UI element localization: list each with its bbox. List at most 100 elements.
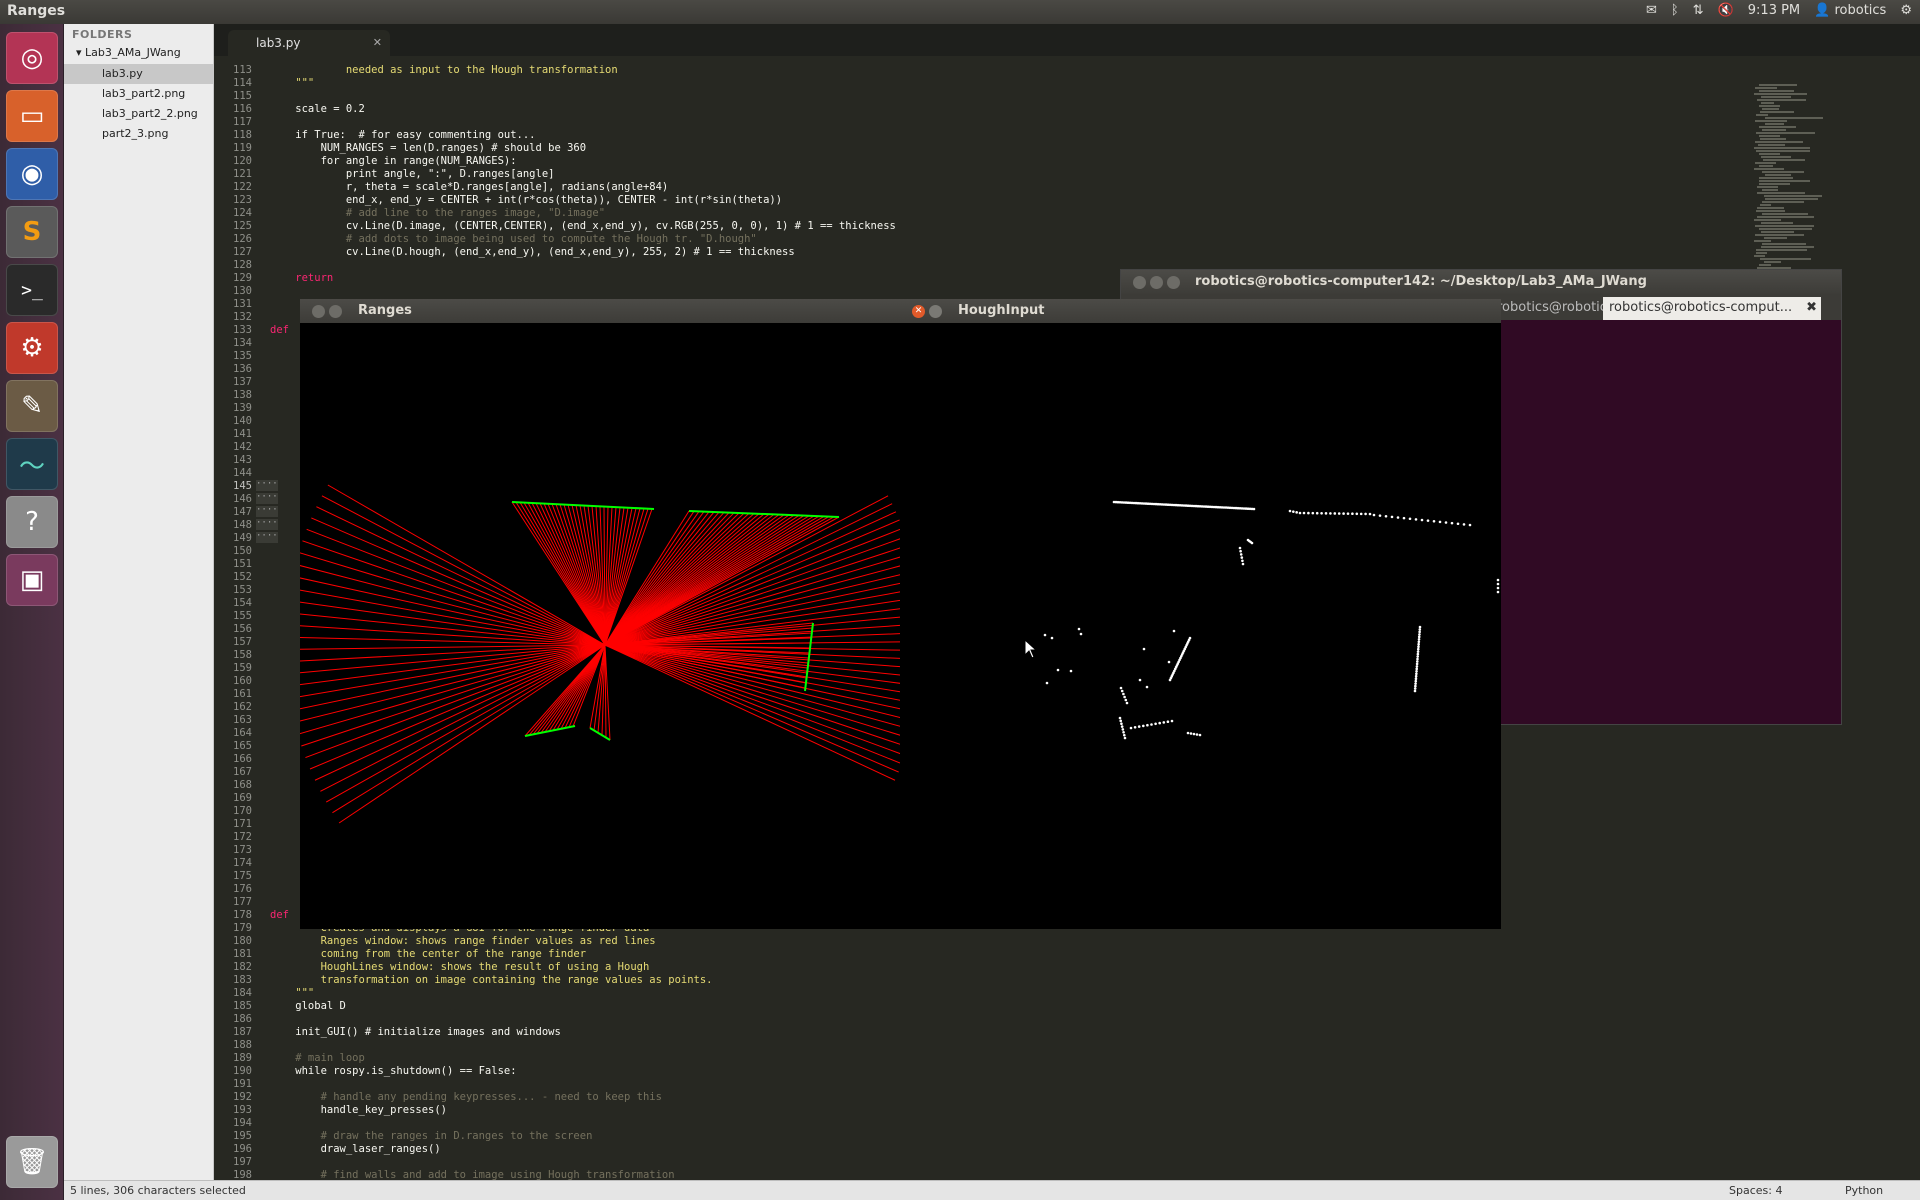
minimap[interactable]: [1750, 84, 1840, 293]
code-line[interactable]: if True: # for easy commenting out...: [270, 129, 535, 142]
network-icon[interactable]: ⇅: [1693, 3, 1704, 18]
hough-point: [1416, 657, 1419, 661]
hough-point: [1417, 640, 1421, 644]
line-number: 169: [233, 792, 252, 804]
line-number: 122: [233, 181, 252, 193]
code-line[interactable]: Ranges window: shows range finder values…: [270, 935, 656, 948]
code-line[interactable]: return: [270, 272, 333, 285]
range-ray: [604, 528, 900, 646]
code-line[interactable]: def: [270, 324, 289, 337]
ranges-close-icon[interactable]: [312, 305, 325, 318]
minimap-line: [1755, 162, 1776, 164]
code-line[interactable]: draw_laser_ranges(): [270, 1143, 441, 1156]
ranges-window[interactable]: Ranges: [300, 299, 900, 929]
line-number: 131: [233, 298, 252, 310]
line-number: 184: [233, 987, 252, 999]
hough-point: [1416, 655, 1419, 658]
hough-point: [1414, 684, 1417, 688]
indentation-setting[interactable]: Spaces: 4: [1729, 1184, 1782, 1197]
workspace-switcher-icon[interactable]: ▣: [6, 554, 58, 606]
session-gear-icon[interactable]: ⚙: [1900, 3, 1912, 18]
gimp-icon[interactable]: ✎: [6, 380, 58, 432]
sidebar-folder[interactable]: ▾ Lab3_AMa_JWang: [76, 46, 181, 59]
code-line[interactable]: for angle in range(NUM_RANGES):: [270, 155, 517, 168]
code-line[interactable]: NUM_RANGES = len(D.ranges) # should be 3…: [270, 142, 587, 155]
hough-point: [1239, 553, 1243, 556]
code-line[interactable]: cv.Line(D.image, (CENTER,CENTER), (end_x…: [270, 220, 896, 233]
folder-name: Lab3_AMa_JWang: [85, 46, 181, 59]
line-number: 178: [233, 909, 252, 921]
system-monitor-icon[interactable]: 〜: [6, 438, 58, 490]
code-line[interactable]: handle_key_presses(): [270, 1104, 447, 1117]
terminal-close-icon[interactable]: [1133, 276, 1146, 289]
hough-point: [1417, 638, 1421, 641]
hough-close-icon[interactable]: ✕: [912, 305, 925, 318]
code-line[interactable]: def: [270, 909, 289, 922]
fold-marker[interactable]: ····: [256, 480, 278, 491]
sidebar-file-lab3-py[interactable]: lab3.py: [64, 64, 214, 84]
code-line[interactable]: end_x, end_y = CENTER + int(r*cos(theta)…: [270, 194, 782, 207]
terminal-tab-2[interactable]: robotics@robotics-comput... ✖: [1603, 297, 1821, 320]
code-line[interactable]: # add line to the ranges image, "D.image…: [270, 207, 605, 220]
bluetooth-icon[interactable]: ᛒ: [1671, 3, 1679, 18]
mail-icon[interactable]: ✉: [1646, 3, 1657, 18]
clock[interactable]: 9:13 PM: [1748, 3, 1800, 18]
hough-minimize-icon[interactable]: [929, 305, 942, 318]
tab-close-icon[interactable]: ✕: [373, 30, 382, 56]
user-menu[interactable]: 👤 robotics: [1814, 3, 1886, 18]
terminal-minimize-icon[interactable]: [1150, 276, 1163, 289]
hough-point: [1418, 628, 1422, 631]
code-line[interactable]: HoughLines window: shows the result of u…: [270, 961, 650, 974]
ranges-minimize-icon[interactable]: [329, 305, 342, 318]
volume-icon[interactable]: 🔇: [1718, 3, 1734, 18]
line-number: 192: [233, 1091, 252, 1103]
launcher: ◎ ▭ ◉ S >_ ⚙ ✎ 〜 ? ▣ 🗑: [0, 24, 64, 1200]
help-icon[interactable]: ?: [6, 496, 58, 548]
line-number: 175: [233, 870, 252, 882]
code-line[interactable]: while rospy.is_shutdown() == False:: [270, 1065, 516, 1078]
range-ray: [338, 644, 606, 824]
line-number: 155: [233, 610, 252, 622]
code-line[interactable]: transformation on image containing the r…: [270, 974, 713, 987]
code-line[interactable]: # add dots to image being used to comput…: [270, 233, 757, 246]
code-line[interactable]: # handle any pending keypresses... - nee…: [270, 1091, 662, 1104]
firefox-icon[interactable]: ◉: [6, 148, 58, 200]
hough-point: [1415, 667, 1419, 671]
hough-point: [1390, 515, 1394, 519]
minimap-line: [1761, 96, 1791, 98]
code-line[interactable]: coming from the center of the range find…: [270, 948, 587, 961]
code-line[interactable]: init_GUI() # initialize images and windo…: [270, 1026, 561, 1039]
sublime-text-icon[interactable]: S: [6, 206, 58, 258]
code-line[interactable]: needed as input to the Hough transformat…: [270, 64, 618, 77]
line-number: 197: [233, 1156, 252, 1168]
code-line[interactable]: # main loop: [270, 1052, 365, 1065]
system-settings-icon[interactable]: ⚙: [6, 322, 58, 374]
hough-window[interactable]: ✕ HoughInput: [900, 299, 1501, 929]
syntax-setting[interactable]: Python: [1845, 1184, 1883, 1197]
fold-marker[interactable]: ····: [256, 519, 278, 530]
fold-marker[interactable]: ····: [256, 506, 278, 517]
ubuntu-dash-icon[interactable]: ◎: [6, 32, 58, 84]
code-line[interactable]: r, theta = scale*D.ranges[angle], radian…: [270, 181, 668, 194]
fold-marker[interactable]: ····: [256, 493, 278, 504]
code-line[interactable]: cv.Line(D.hough, (end_x,end_y), (end_x,e…: [270, 246, 795, 259]
line-number: 160: [233, 675, 252, 687]
fold-marker[interactable]: ····: [256, 532, 278, 543]
sidebar-file-lab3-part2-png[interactable]: lab3_part2.png: [64, 84, 214, 104]
code-line[interactable]: """: [270, 77, 314, 90]
line-number: 149: [233, 532, 252, 544]
terminal-icon[interactable]: >_: [6, 264, 58, 316]
hough-point: [1496, 578, 1500, 582]
terminal-maximize-icon[interactable]: [1167, 276, 1180, 289]
trash-icon[interactable]: 🗑: [6, 1136, 58, 1188]
code-line[interactable]: global D: [270, 1000, 346, 1013]
code-line[interactable]: # draw the ranges in D.ranges to the scr…: [270, 1130, 593, 1143]
tab-lab3-py[interactable]: lab3.py ✕: [228, 30, 390, 56]
sidebar-file-lab3-part2-2-png[interactable]: lab3_part2_2.png: [64, 104, 214, 124]
code-line[interactable]: """: [270, 987, 314, 1000]
files-icon[interactable]: ▭: [6, 90, 58, 142]
code-line[interactable]: scale = 0.2: [270, 103, 365, 116]
terminal-tab-2-close-icon[interactable]: ✖: [1806, 297, 1817, 319]
code-line[interactable]: print angle, ":", D.ranges[angle]: [270, 168, 555, 181]
sidebar-file-part2-3-png[interactable]: part2_3.png: [64, 124, 214, 144]
